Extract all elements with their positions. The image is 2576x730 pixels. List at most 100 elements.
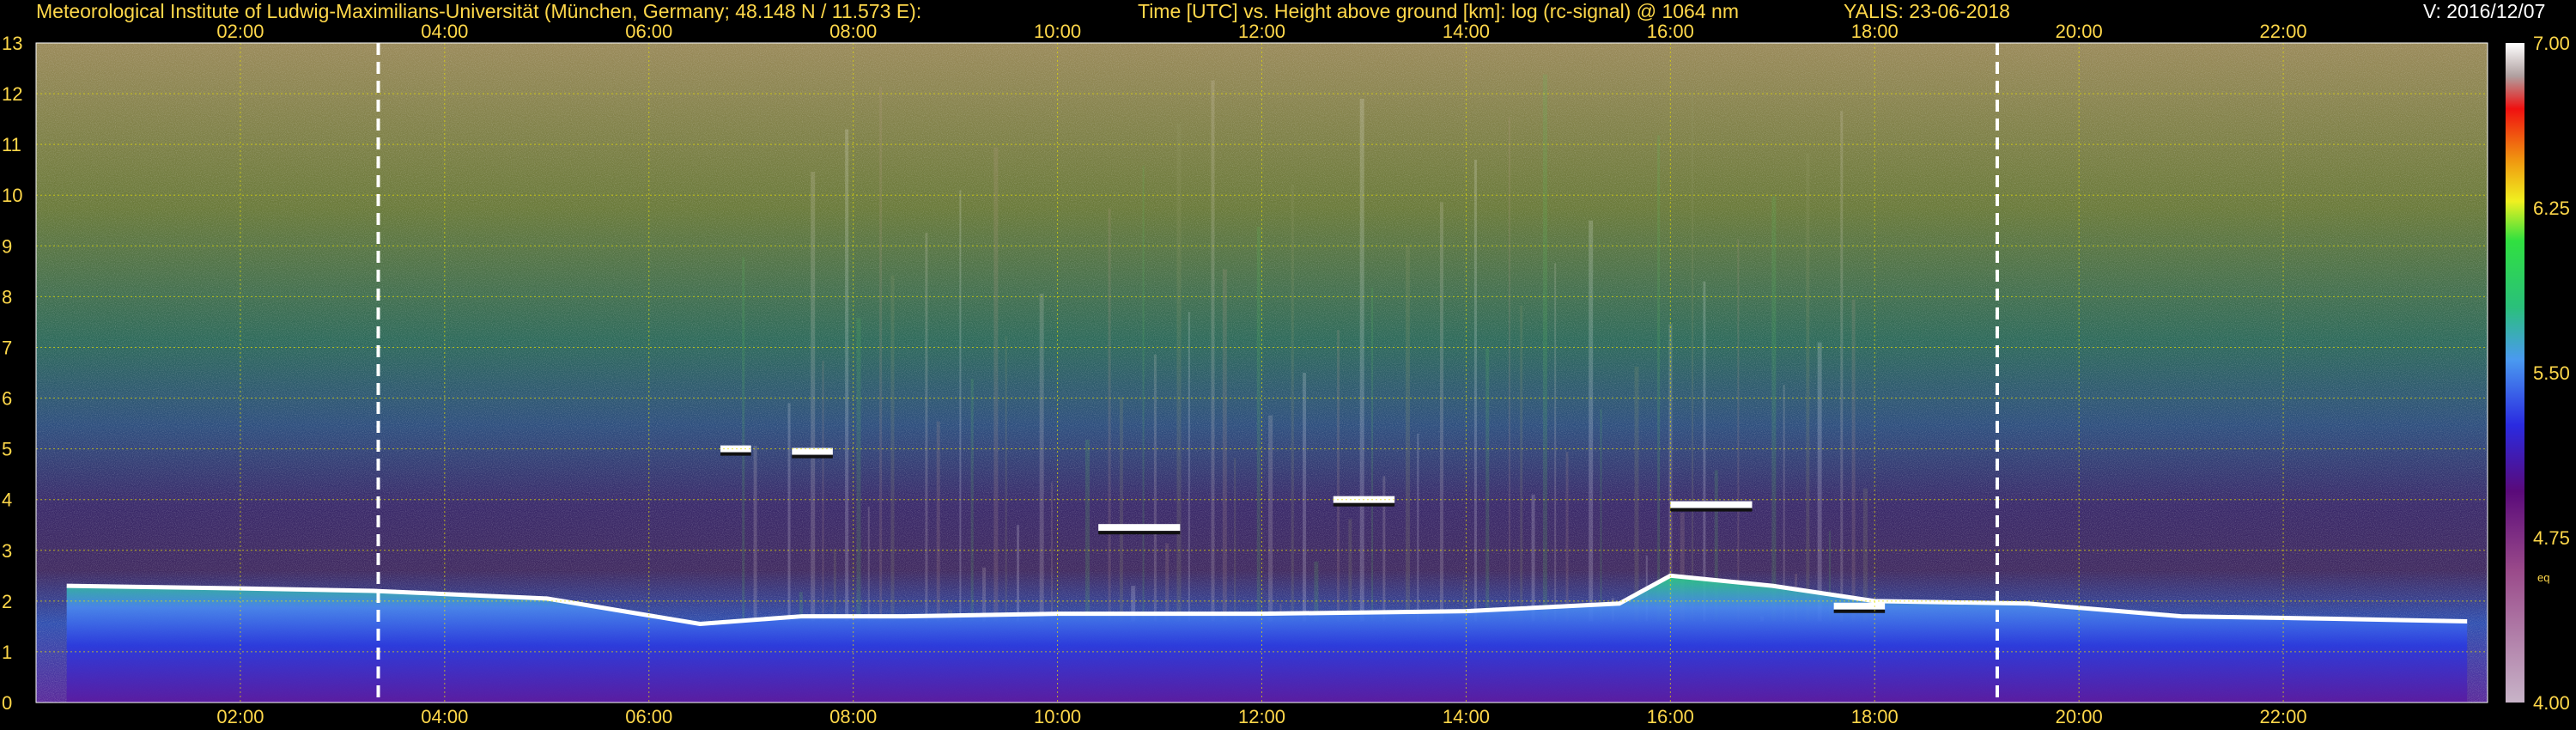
signal-streak bbox=[1634, 366, 1639, 622]
colorbar-tick-label: 7.00 bbox=[2533, 33, 2570, 54]
x-tick-label-bottom: 12:00 bbox=[1238, 706, 1285, 727]
signal-streak bbox=[1050, 482, 1053, 622]
signal-streak bbox=[1165, 543, 1170, 622]
cloud-shadow bbox=[720, 452, 751, 456]
y-tick-label: 13 bbox=[2, 33, 22, 54]
signal-streak bbox=[1657, 135, 1661, 622]
x-tick-label-top: 14:00 bbox=[1443, 21, 1490, 42]
colorbar-ticks: 4.00 4.75 5.50 6.25 7.00 bbox=[2533, 33, 2570, 714]
signal-streak bbox=[1405, 245, 1410, 622]
y-tick-label: 0 bbox=[2, 692, 12, 714]
x-tick-label-bottom: 08:00 bbox=[829, 706, 877, 727]
signal-streak bbox=[1084, 439, 1090, 622]
signal-streak bbox=[856, 318, 861, 622]
signal-streak bbox=[1256, 226, 1261, 622]
signal-streak bbox=[1234, 458, 1236, 622]
cloud-layer bbox=[720, 445, 751, 453]
y-tick-label: 7 bbox=[2, 337, 12, 358]
cloud-layer bbox=[1098, 524, 1181, 532]
y-tick-label: 4 bbox=[2, 490, 12, 511]
cloud-shadow bbox=[1833, 609, 1886, 613]
cloud-shadow bbox=[1670, 508, 1753, 512]
cloud-shadow bbox=[1098, 531, 1181, 535]
signal-streak bbox=[936, 421, 940, 622]
signal-streak bbox=[1531, 494, 1535, 622]
y-tick-label: 11 bbox=[2, 134, 21, 155]
colorbar-tick-label: 4.00 bbox=[2533, 692, 2570, 714]
signal-streak bbox=[1439, 202, 1443, 622]
signal-streak bbox=[925, 232, 928, 622]
signal-streak bbox=[787, 403, 791, 622]
x-tick-label-top: 18:00 bbox=[1851, 21, 1899, 42]
signal-streak bbox=[1851, 299, 1856, 622]
signal-streak bbox=[845, 129, 849, 622]
signal-streak bbox=[1222, 269, 1227, 622]
signal-streak bbox=[1108, 208, 1111, 622]
signal-streak bbox=[959, 190, 962, 622]
signal-streak bbox=[890, 275, 895, 622]
signal-streak bbox=[1542, 74, 1547, 622]
signal-streak bbox=[1520, 306, 1523, 622]
colorbar bbox=[2506, 43, 2524, 703]
signal-streak bbox=[1806, 153, 1810, 622]
signal-streak bbox=[1417, 433, 1419, 622]
signal-streak bbox=[1508, 117, 1510, 622]
y-tick-label: 10 bbox=[2, 185, 22, 206]
signal-streak bbox=[1005, 336, 1007, 622]
signal-streak bbox=[1473, 159, 1477, 622]
x-tick-label-bottom: 06:00 bbox=[625, 706, 672, 727]
signal-streak bbox=[1692, 92, 1694, 622]
signal-streak bbox=[1153, 354, 1157, 622]
cloud-shadow bbox=[1333, 502, 1395, 507]
y-axis: 012345678910111213 bbox=[2, 33, 22, 714]
x-tick-label-top: 12:00 bbox=[1238, 21, 1285, 42]
x-tick-label-top: 20:00 bbox=[2056, 21, 2103, 42]
signal-streak bbox=[742, 257, 745, 622]
signal-streak bbox=[1771, 196, 1777, 622]
signal-streak bbox=[1371, 287, 1374, 622]
x-tick-label-bottom: 20:00 bbox=[2056, 706, 2103, 727]
signal-streak bbox=[970, 379, 974, 622]
signal-streak bbox=[1119, 397, 1123, 622]
cloud-shadow bbox=[792, 454, 833, 459]
x-tick-label-top: 02:00 bbox=[216, 21, 264, 42]
signal-streak bbox=[833, 549, 836, 622]
x-tick-label-top: 08:00 bbox=[829, 21, 877, 42]
x-tick-label-top: 06:00 bbox=[625, 21, 672, 42]
signal-streak bbox=[1565, 452, 1569, 622]
x-tick-label-bottom: 02:00 bbox=[216, 706, 264, 727]
signal-streak bbox=[1211, 80, 1215, 622]
signal-streak bbox=[1142, 165, 1145, 622]
x-tick-label-bottom: 10:00 bbox=[1034, 706, 1081, 727]
x-axis-top: 02:00 04:00 06:00 08:00 10:00 12:00 14:00 16:00… bbox=[216, 21, 2306, 42]
x-tick-label-bottom: 16:00 bbox=[1647, 706, 1694, 727]
x-tick-label-top: 22:00 bbox=[2260, 21, 2307, 42]
signal-streak bbox=[1017, 525, 1019, 622]
y-tick-label: 9 bbox=[2, 235, 12, 257]
x-tick-label-bottom: 14:00 bbox=[1443, 706, 1490, 727]
signal-streak bbox=[1188, 312, 1190, 622]
signal-streak bbox=[1589, 220, 1594, 622]
signal-streak bbox=[1291, 184, 1294, 622]
x-tick-label-bottom: 22:00 bbox=[2260, 706, 2307, 727]
signal-streak bbox=[1703, 281, 1706, 622]
signal-streak bbox=[753, 446, 757, 622]
signal-streak bbox=[1817, 342, 1822, 622]
y-tick-label: 3 bbox=[2, 540, 12, 562]
y-tick-label: 12 bbox=[2, 83, 22, 105]
signal-streak bbox=[1337, 330, 1340, 622]
colorbar-tick-label: 4.75 bbox=[2533, 527, 2570, 549]
signal-streak bbox=[1348, 519, 1352, 622]
signal-streak bbox=[867, 506, 870, 622]
signal-streak bbox=[879, 86, 883, 622]
signal-streak bbox=[1840, 111, 1844, 622]
colorbar-tick-label: 5.50 bbox=[2533, 362, 2570, 384]
signal-streak bbox=[822, 360, 824, 622]
signal-streak bbox=[1600, 409, 1602, 622]
signal-streak bbox=[1176, 123, 1182, 622]
x-axis-bottom: 02:00 04:00 06:00 08:00 10:00 12:00 14:00 16:00… bbox=[216, 706, 2306, 727]
signal-streak bbox=[1039, 293, 1044, 622]
y-tick-label: 1 bbox=[2, 642, 12, 663]
signal-streak bbox=[1554, 263, 1557, 622]
x-tick-label-top: 16:00 bbox=[1647, 21, 1694, 42]
